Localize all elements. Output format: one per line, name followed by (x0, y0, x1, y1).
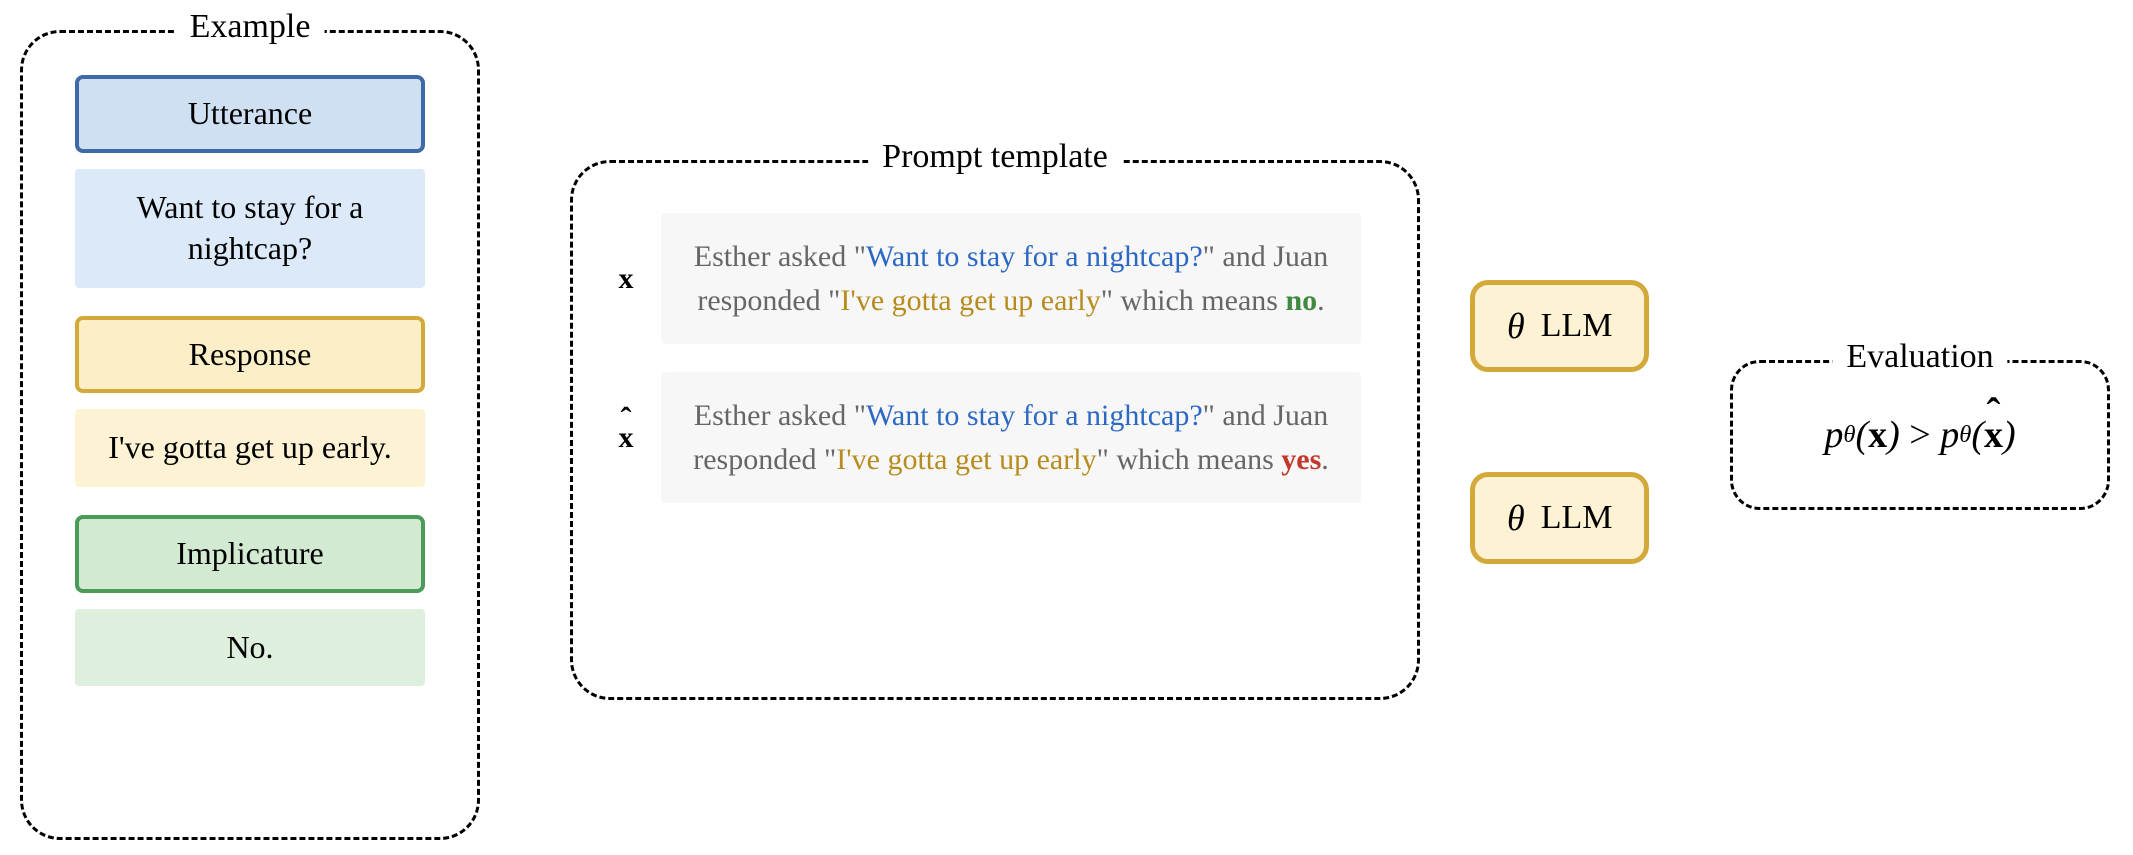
response-label: Response (189, 336, 312, 372)
response-header: Response (75, 316, 425, 394)
example-panel: Example Utterance Want to stay for a nig… (20, 30, 480, 840)
prompt-row-incorrect: x Esther asked "Want to stay for a night… (609, 372, 1381, 503)
prompt-response: I've gotta get up early (836, 443, 1096, 476)
prompt-utterance: Want to stay for a nightcap? (866, 399, 1203, 432)
implicature-label: Implicature (176, 535, 323, 571)
implicature-body: No. (75, 609, 425, 687)
llm-box-bottom: θ LLM (1470, 472, 1649, 564)
utterance-body: Want to stay for a nightcap? (75, 169, 425, 288)
llm-stack: θ LLM θ LLM (1470, 280, 1649, 564)
utterance-text: Want to stay for a nightcap? (137, 189, 364, 267)
example-stack: Utterance Want to stay for a nightcap? R… (23, 33, 477, 724)
prompt-utterance: Want to stay for a nightcap? (866, 240, 1203, 273)
var-x: x (609, 262, 643, 296)
theta-symbol: θ (1507, 305, 1525, 347)
prompt-text: Esther asked " (694, 399, 866, 432)
implicature-header: Implicature (75, 515, 425, 593)
prompt-panel: Prompt template x Esther asked "Want to … (570, 160, 1420, 700)
implicature-text: No. (226, 629, 273, 665)
llm-label: LLM (1541, 307, 1613, 345)
diagram-canvas: Example Utterance Want to stay for a nig… (0, 0, 2133, 855)
prompt-card-incorrect: Esther asked "Want to stay for a nightca… (661, 372, 1361, 503)
prompt-card-correct: Esther asked "Want to stay for a nightca… (661, 213, 1361, 344)
response-text: I've gotta get up early. (108, 429, 392, 465)
llm-label: LLM (1541, 499, 1613, 537)
llm-box-top: θ LLM (1470, 280, 1649, 372)
evaluation-title: Evaluation (1832, 338, 2007, 376)
prompt-text: Esther asked " (694, 240, 866, 273)
theta-symbol: θ (1507, 497, 1525, 539)
utterance-label: Utterance (188, 95, 312, 131)
var-x-hat: x (609, 421, 643, 455)
prompt-stack: x Esther asked "Want to stay for a night… (573, 163, 1417, 543)
evaluation-panel: Evaluation pθ(x) > pθ(x) (1730, 360, 2110, 510)
answer-incorrect: yes (1281, 443, 1321, 476)
prompt-title: Prompt template (868, 138, 1122, 176)
prompt-row-correct: x Esther asked "Want to stay for a night… (609, 213, 1381, 344)
answer-correct: no (1285, 284, 1317, 317)
example-title: Example (176, 8, 325, 46)
prompt-response: I've gotta get up early (840, 284, 1100, 317)
response-body: I've gotta get up early. (75, 409, 425, 487)
utterance-header: Utterance (75, 75, 425, 153)
evaluation-formula: pθ(x) > pθ(x) (1733, 363, 2107, 507)
